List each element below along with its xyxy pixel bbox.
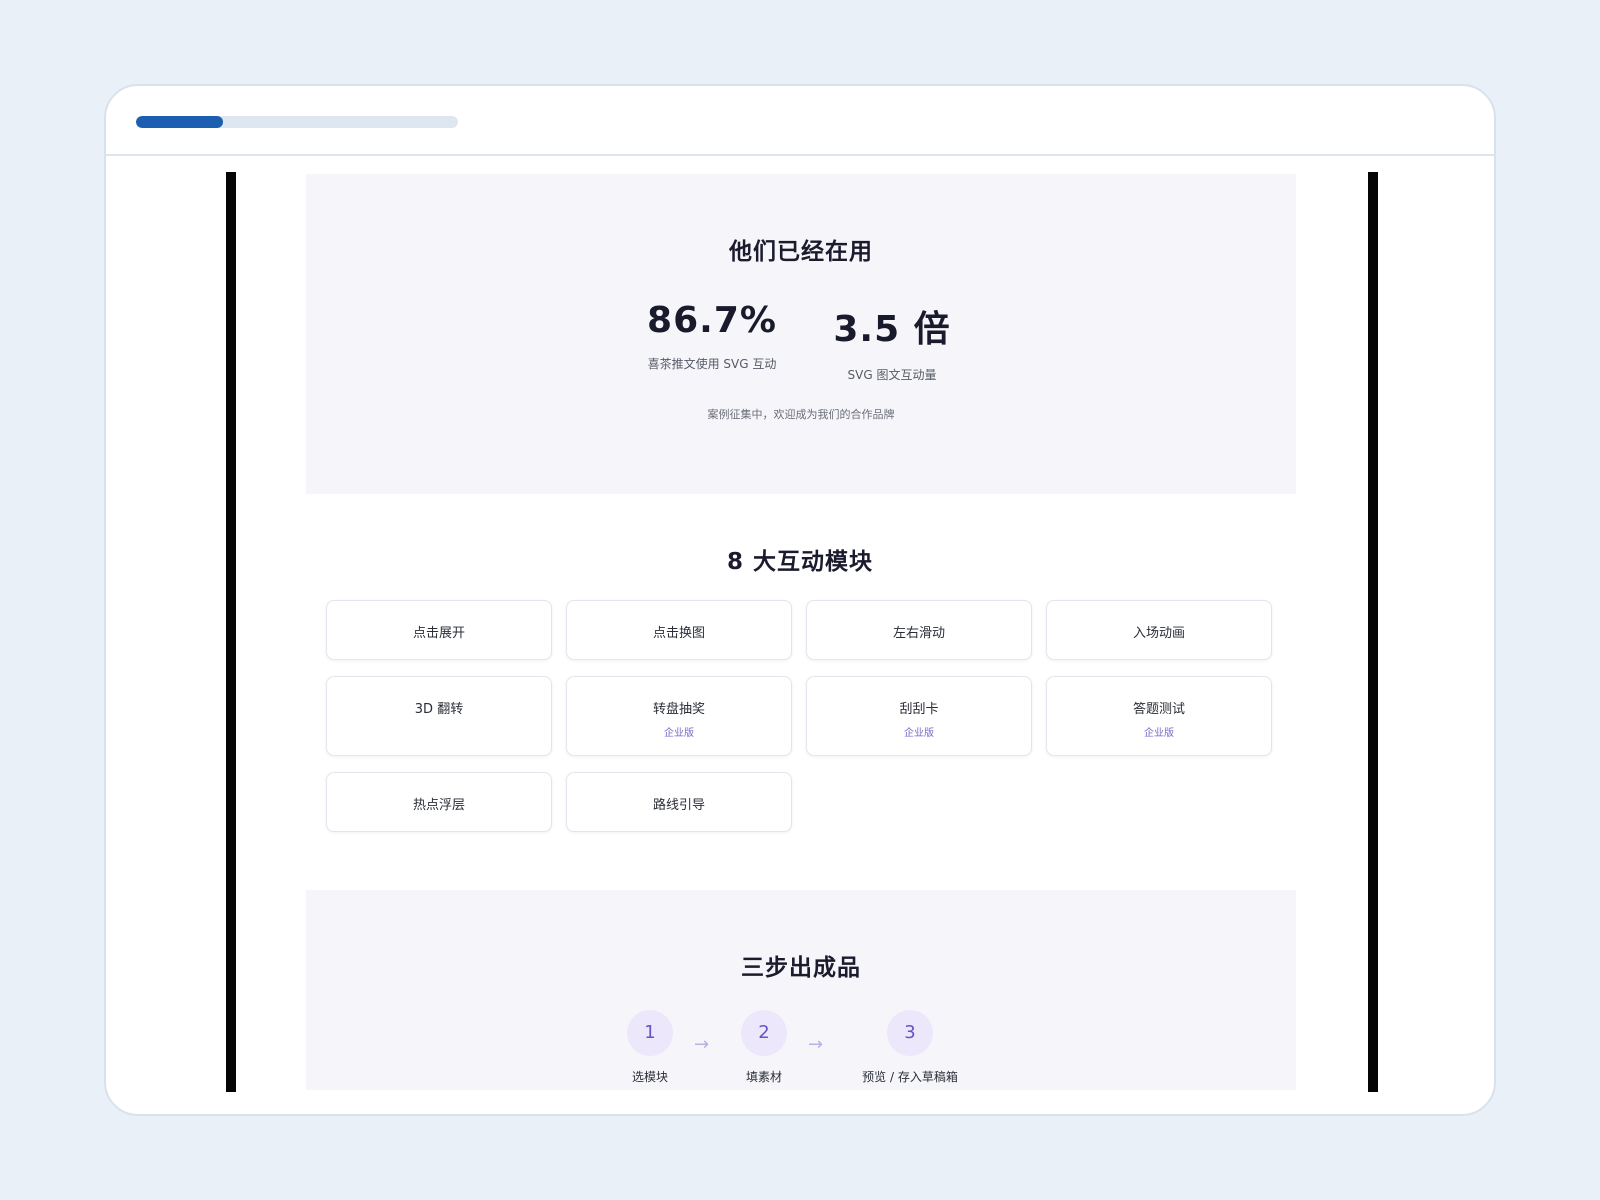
step-item: 3 预览 / 存入草稿箱 xyxy=(830,1010,990,1085)
module-label: 转盘抽奖 xyxy=(652,702,705,717)
module-card-hotspot-overlay[interactable]: 热点浮层 xyxy=(326,772,552,832)
module-label: 点击展开 xyxy=(412,626,465,641)
progress-bar-fill xyxy=(136,116,223,128)
partner-note: 案例征集中，欢迎成为我们的合作品牌 xyxy=(707,408,895,421)
module-label: 刮刮卡 xyxy=(899,702,939,717)
page-viewport[interactable]: 他们已经在用 86.7% 喜茶推文使用 SVG 互动 3.5 倍 SVG 图文互… xyxy=(106,158,1494,1114)
enterprise-badge: 企业版 xyxy=(904,728,934,739)
module-card-scratch-card[interactable]: 刮刮卡 企业版 xyxy=(806,676,1032,756)
stat-value: 3.5 倍 xyxy=(833,309,951,350)
step-number-badge: 2 xyxy=(741,1010,787,1056)
module-label: 路线引导 xyxy=(652,798,705,813)
modules-section-title: 8 大互动模块 xyxy=(726,549,873,575)
stat-item: 86.7% 喜茶推文使用 SVG 互动 xyxy=(612,300,812,372)
step-label: 填素材 xyxy=(745,1070,782,1084)
module-label: 热点浮层 xyxy=(412,798,465,813)
top-bar xyxy=(106,86,1494,156)
module-card-entrance-animation[interactable]: 入场动画 xyxy=(1046,600,1272,660)
steps-section: 三步出成品 1 选模块 → 2 填素材 → 3 预览 / 存入草稿箱 xyxy=(306,890,1296,1090)
stat-label: 喜茶推文使用 SVG 互动 xyxy=(647,357,777,371)
module-card-lucky-wheel[interactable]: 转盘抽奖 企业版 xyxy=(566,676,792,756)
module-card-quiz[interactable]: 答题测试 企业版 xyxy=(1046,676,1272,756)
step-label: 预览 / 存入草稿箱 xyxy=(862,1070,958,1084)
arrow-right-icon: → xyxy=(808,1034,824,1055)
module-label: 点击换图 xyxy=(652,626,705,641)
module-card-route-guide[interactable]: 路线引导 xyxy=(566,772,792,832)
module-label: 3D 翻转 xyxy=(414,702,464,717)
stat-value: 86.7% xyxy=(647,300,777,341)
stats-section-title: 他们已经在用 xyxy=(729,239,873,265)
module-card-click-swap[interactable]: 点击换图 xyxy=(566,600,792,660)
left-frame-border xyxy=(226,172,236,1092)
steps-section-title: 三步出成品 xyxy=(741,955,861,981)
module-card-click-expand[interactable]: 点击展开 xyxy=(326,600,552,660)
browser-window: 他们已经在用 86.7% 喜茶推文使用 SVG 互动 3.5 倍 SVG 图文互… xyxy=(104,84,1496,1116)
enterprise-badge: 企业版 xyxy=(664,728,694,739)
stat-label: SVG 图文互动量 xyxy=(847,368,937,382)
module-label: 答题测试 xyxy=(1132,702,1185,717)
stat-item: 3.5 倍 SVG 图文互动量 xyxy=(792,300,992,383)
progress-bar xyxy=(136,116,458,128)
module-label: 左右滑动 xyxy=(892,626,945,641)
stats-section: 他们已经在用 86.7% 喜茶推文使用 SVG 互动 3.5 倍 SVG 图文互… xyxy=(306,174,1296,494)
module-label: 入场动画 xyxy=(1132,626,1185,641)
step-number-badge: 1 xyxy=(627,1010,673,1056)
step-number-badge: 3 xyxy=(887,1010,933,1056)
module-card-swipe[interactable]: 左右滑动 xyxy=(806,600,1032,660)
module-card-3d-flip[interactable]: 3D 翻转 xyxy=(326,676,552,756)
right-frame-border xyxy=(1368,172,1378,1092)
enterprise-badge: 企业版 xyxy=(1144,728,1174,739)
